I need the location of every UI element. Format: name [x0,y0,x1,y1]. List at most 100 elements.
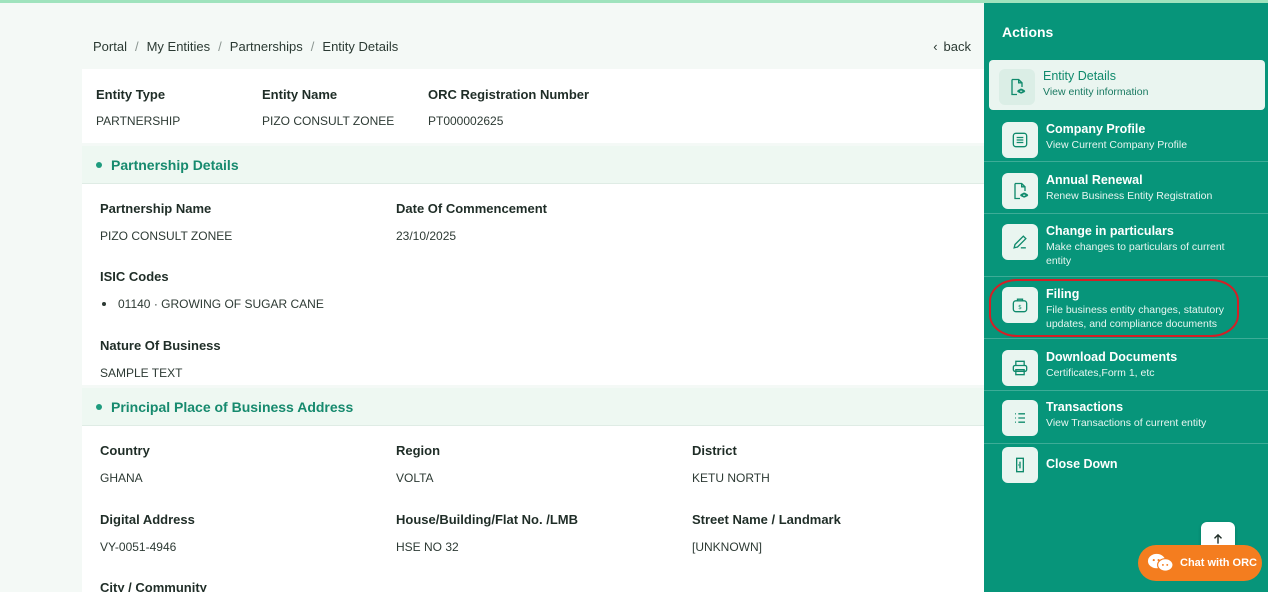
actions-title: Actions [1002,24,1054,40]
country-field: Country GHANA [100,443,150,485]
list-icon [1002,122,1038,158]
district-label: District [692,443,737,458]
registration-number-field: ORC Registration Number PT000002625 [428,87,589,128]
isic-code-item: 01140 · GROWING OF SUGAR CANE [100,297,324,311]
district-value: KETU NORTH [692,471,770,485]
action-title: Change in particulars [1046,224,1174,238]
pencil-icon [1002,224,1038,260]
business-address-header: Principal Place of Business Address [82,388,984,426]
action-close-down[interactable]: Close Down [984,447,1268,493]
action-description: Make changes to particulars of current e… [1046,241,1225,267]
file-eye-icon [999,69,1035,105]
action-company-profile[interactable]: Company Profile View Current Company Pro… [984,114,1268,162]
house-number-field: House/Building/Flat No. /LMB HSE NO 32 [396,512,578,554]
region-value: VOLTA [396,471,434,485]
action-description: View Current Company Profile [1046,139,1188,151]
back-link[interactable]: ‹ back [933,39,971,54]
action-title: Download Documents [1046,350,1178,364]
action-entity-details[interactable]: Entity Details View entity information [989,60,1265,110]
entity-name-value: PIZO CONSULT ZONEE [262,114,395,128]
partnership-details-title: Partnership Details [111,156,239,173]
digital-address-value: VY-0051-4946 [100,540,177,554]
printer-icon [1002,350,1038,386]
actions-sidebar: Actions Entity Details View entity infor… [984,3,1268,592]
entity-type-value: PARTNERSHIP [96,114,181,128]
action-description: File business entity changes, statutory … [1046,304,1225,330]
action-title: Annual Renewal [1046,173,1143,187]
chat-label: Chat with ORC [1180,557,1257,569]
arrow-up-icon [1214,533,1222,544]
door-icon [1002,447,1038,483]
isic-codes-label: ISIC Codes [100,269,169,284]
isic-codes-field: ISIC Codes 01140 · GROWING OF SUGAR CANE [100,269,324,311]
region-label: Region [396,443,441,458]
entity-type-label: Entity Type [96,87,166,102]
registration-number-value: PT000002625 [428,114,504,128]
business-address-body: Country GHANA Region VOLTA District KETU… [82,426,984,592]
breadcrumb-partnerships[interactable]: Partnerships [230,39,303,54]
street-name-value: [UNKNOWN] [692,540,762,554]
action-description: Certificates,Form 1, etc [1046,367,1155,379]
partnership-name-value: PIZO CONSULT ZONEE [100,229,233,243]
svg-text:$: $ [1018,305,1022,311]
street-name-label: Street Name / Landmark [692,512,841,527]
action-title: Close Down [1046,457,1118,471]
city-label: City / Community [100,580,207,592]
digital-address-field: Digital Address VY-0051-4946 [100,512,195,554]
action-download-documents[interactable]: Download Documents Certificates,Form 1, … [984,341,1268,391]
action-description: View Transactions of current entity [1046,417,1207,429]
file-eye-icon [1002,173,1038,209]
list-bullets-icon [1002,400,1038,436]
business-address-title: Principal Place of Business Address [111,398,354,415]
breadcrumb-separator: / [310,39,315,54]
breadcrumb-portal[interactable]: Portal [93,39,127,54]
entity-type-field: Entity Type PARTNERSHIP [96,87,180,128]
registration-number-label: ORC Registration Number [428,87,590,102]
commencement-date-field: Date Of Commencement 23/10/2025 [396,201,547,243]
partnership-details-header: Partnership Details [82,146,984,184]
partnership-details-body: Partnership Name PIZO CONSULT ZONEE Date… [82,184,984,385]
action-annual-renewal[interactable]: Annual Renewal Renew Business Entity Reg… [984,165,1268,214]
action-transactions[interactable]: Transactions View Transactions of curren… [984,392,1268,444]
house-number-label: House/Building/Flat No. /LMB [396,512,578,527]
action-title: Entity Details [1043,69,1116,83]
commencement-date-label: Date Of Commencement [396,201,547,216]
action-description: View entity information [1043,86,1149,98]
country-value: GHANA [100,471,143,485]
region-field: Region VOLTA [396,443,440,485]
city-field: City / Community [100,580,207,592]
partnership-name-field: Partnership Name PIZO CONSULT ZONEE [100,201,232,243]
bullet-dot-icon [96,403,102,410]
action-filing[interactable]: $ Filing File business entity changes, s… [984,279,1268,339]
chat-bubble-icon [1147,553,1174,572]
action-change-in-particulars[interactable]: Change in particulars Make changes to pa… [984,216,1268,277]
country-label: Country [100,443,150,458]
action-title: Company Profile [1046,122,1146,136]
back-label: back [943,39,971,54]
isic-codes-list: 01140 · GROWING OF SUGAR CANE [100,297,324,311]
digital-address-label: Digital Address [100,512,195,527]
briefcase-icon: $ [1002,287,1038,323]
commencement-date-value: 23/10/2025 [396,229,457,243]
bullet-dot-icon [96,161,102,168]
nature-of-business-field: Nature Of Business SAMPLE TEXT [100,338,221,380]
nature-of-business-label: Nature Of Business [100,338,221,353]
action-title: Transactions [1046,400,1124,414]
breadcrumb-separator: / [218,39,222,54]
entity-summary-card: Entity Type PARTNERSHIP Entity Name PIZO… [82,69,984,143]
street-name-field: Street Name / Landmark [UNKNOWN] [692,512,841,554]
chevron-left-icon: ‹ [933,39,938,54]
chat-with-orc-button[interactable]: Chat with ORC [1138,545,1262,581]
breadcrumb-entity-details: Entity Details [322,39,399,54]
breadcrumb-my-entities[interactable]: My Entities [147,39,211,54]
entity-name-field: Entity Name PIZO CONSULT ZONEE [262,87,394,128]
main-content: Portal / My Entities / Partnerships / En… [0,3,984,592]
action-title: Filing [1046,287,1080,301]
breadcrumb-separator: / [134,39,139,54]
entity-name-label: Entity Name [262,87,338,102]
house-number-value: HSE NO 32 [396,540,459,554]
partnership-name-label: Partnership Name [100,201,212,216]
action-description: Renew Business Entity Registration [1046,190,1213,202]
breadcrumb: Portal / My Entities / Partnerships / En… [93,39,398,54]
nature-of-business-value: SAMPLE TEXT [100,366,183,380]
